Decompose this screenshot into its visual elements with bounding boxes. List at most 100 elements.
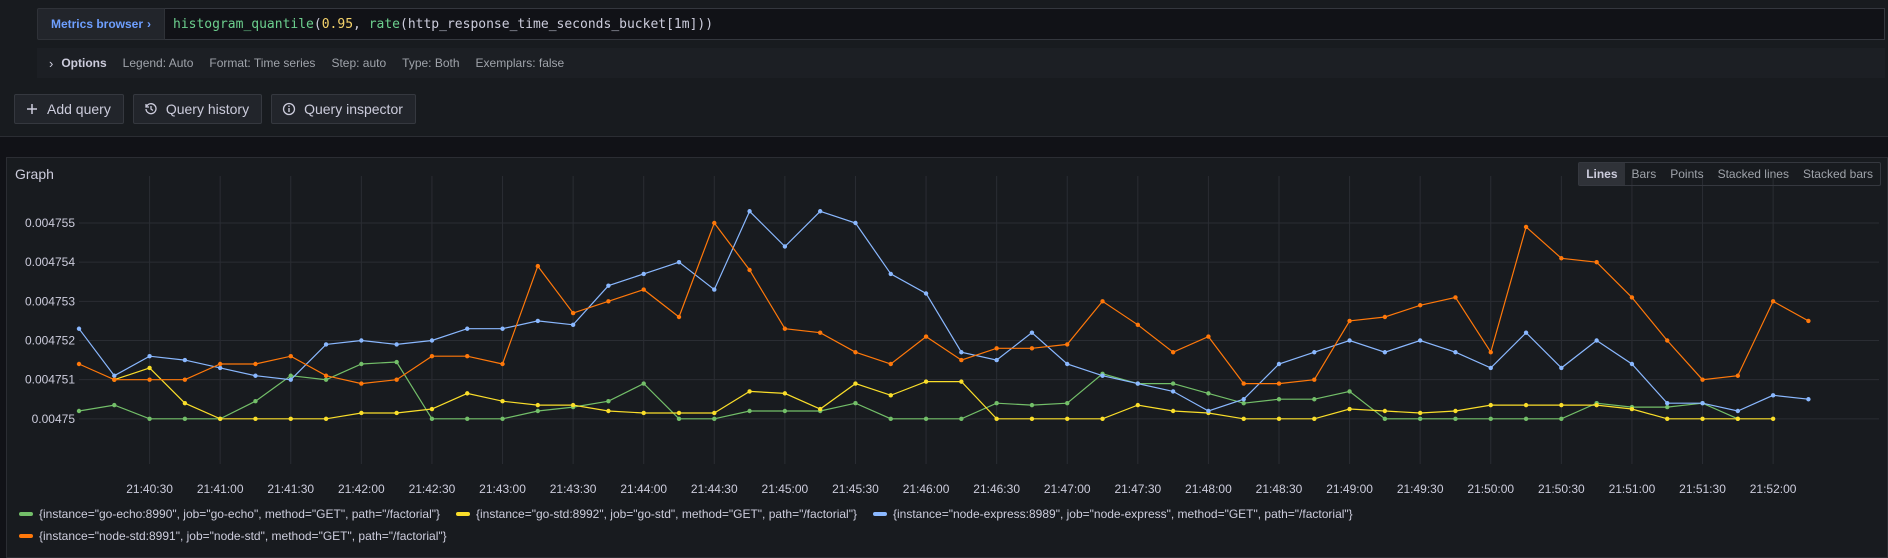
series-point-3: [535, 263, 541, 269]
series-point-1: [1417, 410, 1423, 416]
series-point-3: [959, 357, 964, 363]
series-point-2: [1382, 350, 1388, 355]
series-point-3: [323, 373, 329, 378]
x-tick-label: 21:50:00: [1467, 482, 1514, 496]
series-point-2: [1170, 389, 1176, 394]
add-query-button[interactable]: Add query: [14, 94, 124, 124]
query-history-label: Query history: [165, 101, 250, 117]
series-point-1: [782, 391, 788, 396]
series-point-0: [465, 416, 470, 422]
series-point-1: [994, 416, 999, 422]
metrics-browser-label: Metrics browser: [50, 17, 144, 31]
series-point-1: [1770, 416, 1776, 422]
history-icon: [145, 103, 157, 115]
series-point-1: [817, 406, 823, 412]
vis-option-points[interactable]: Points: [1663, 163, 1710, 185]
series-point-0: [1170, 381, 1176, 386]
series-point-3: [1453, 295, 1458, 300]
query-expression-input[interactable]: histogram_quantile(0.95, rate (http_respo…: [165, 8, 1885, 40]
series-point-2: [747, 209, 752, 214]
series-point-2: [1629, 361, 1635, 367]
expr-paren-1: (: [313, 16, 322, 32]
series-point-2: [1065, 361, 1070, 367]
series-point-3: [112, 377, 117, 382]
query-inspector-button[interactable]: Query inspector: [271, 94, 416, 124]
metrics-browser-button[interactable]: Metrics browser ›: [37, 8, 165, 40]
series-point-3: [1806, 318, 1811, 324]
series-point-3: [712, 220, 717, 226]
series-point-0: [1382, 416, 1388, 422]
series-point-0: [782, 408, 788, 414]
series-point-0: [712, 416, 717, 422]
series-point-0: [923, 416, 929, 422]
series-point-1: [1312, 416, 1317, 422]
visualization-toggle[interactable]: Lines Bars Points Stacked lines Stacked bars: [1578, 162, 1881, 186]
series-point-1: [712, 410, 717, 416]
series-point-2: [217, 365, 223, 371]
option-type: Type: Both: [402, 56, 460, 70]
series-point-3: [217, 361, 223, 367]
time-series-chart[interactable]: 0.004755 0.004754 0.004753 0.004752 0.004751…: [7, 158, 1887, 557]
series-point-2: [782, 244, 788, 249]
legend-row-2: {instance="node-std:8991", job="node-std…: [19, 529, 457, 543]
chevron-right-icon: ›: [147, 17, 152, 31]
series-point-2: [1029, 330, 1035, 335]
series-point-2: [253, 373, 258, 378]
vis-option-stacked-bars[interactable]: Stacked bars: [1796, 163, 1880, 185]
series-point-1: [429, 406, 435, 412]
info-icon: [282, 102, 296, 116]
x-tick-label: 21:50:30: [1538, 482, 1585, 496]
series-point-3: [359, 381, 364, 386]
series-point-2: [570, 322, 576, 328]
series-point-2: [288, 377, 293, 382]
series-point-3: [1135, 322, 1141, 328]
series-point-0: [76, 408, 82, 414]
legend-item[interactable]: {instance="go-std:8992", job="go-std", m…: [456, 507, 857, 521]
legend-swatch: [456, 512, 470, 516]
query-options-row[interactable]: › Options Legend: Auto Format: Time seri…: [37, 48, 1885, 78]
y-tick-label: 0.004755: [25, 216, 75, 230]
series-point-2: [1594, 338, 1599, 343]
series-point-1: [888, 393, 893, 398]
series-point-0: [182, 416, 188, 422]
series-line-3: [78, 221, 1809, 385]
legend-item[interactable]: {instance="go-echo:8990", job="go-echo",…: [19, 507, 440, 521]
series-point-3: [288, 353, 293, 359]
series-point-2: [429, 338, 435, 343]
x-tick-label: 21:42:00: [338, 482, 385, 496]
series-point-0: [147, 416, 152, 422]
series-point-1: [253, 416, 258, 422]
graph-title: Graph: [15, 166, 54, 182]
series-point-1: [465, 391, 470, 396]
legend-item[interactable]: {instance="node-express:8989", job="node…: [872, 507, 1353, 521]
chevron-right-icon[interactable]: ›: [49, 56, 53, 71]
series-point-2: [76, 326, 82, 331]
series-point-1: [1559, 402, 1564, 408]
x-tick-label: 21:40:30: [126, 482, 173, 496]
series-point-1: [323, 416, 329, 422]
series-point-2: [606, 283, 611, 288]
series-point-2: [1770, 393, 1776, 398]
series-point-2: [1206, 408, 1211, 414]
series-point-3: [676, 314, 682, 320]
y-tick-label: 0.004753: [25, 294, 75, 308]
series-point-1: [1135, 402, 1141, 408]
series-point-1: [1665, 416, 1670, 422]
vis-option-bars[interactable]: Bars: [1625, 163, 1664, 185]
series-point-2: [1312, 350, 1317, 355]
series-line-0: [78, 361, 1739, 420]
series-point-2: [1806, 397, 1811, 402]
series-point-0: [253, 399, 258, 404]
series-point-3: [1170, 350, 1176, 355]
query-history-button[interactable]: Query history: [132, 94, 263, 124]
series-point-1: [500, 399, 505, 404]
series-point-1: [1488, 402, 1493, 408]
series-point-3: [1347, 318, 1352, 324]
series-point-2: [1276, 361, 1282, 367]
legend-item[interactable]: {instance="node-std:8991", job="node-std…: [19, 529, 447, 543]
series-point-1: [1029, 416, 1035, 422]
vis-option-stacked-lines[interactable]: Stacked lines: [1711, 163, 1796, 185]
vis-option-lines[interactable]: Lines: [1579, 163, 1625, 185]
series-point-3: [1665, 338, 1670, 343]
series-point-1: [676, 410, 682, 416]
